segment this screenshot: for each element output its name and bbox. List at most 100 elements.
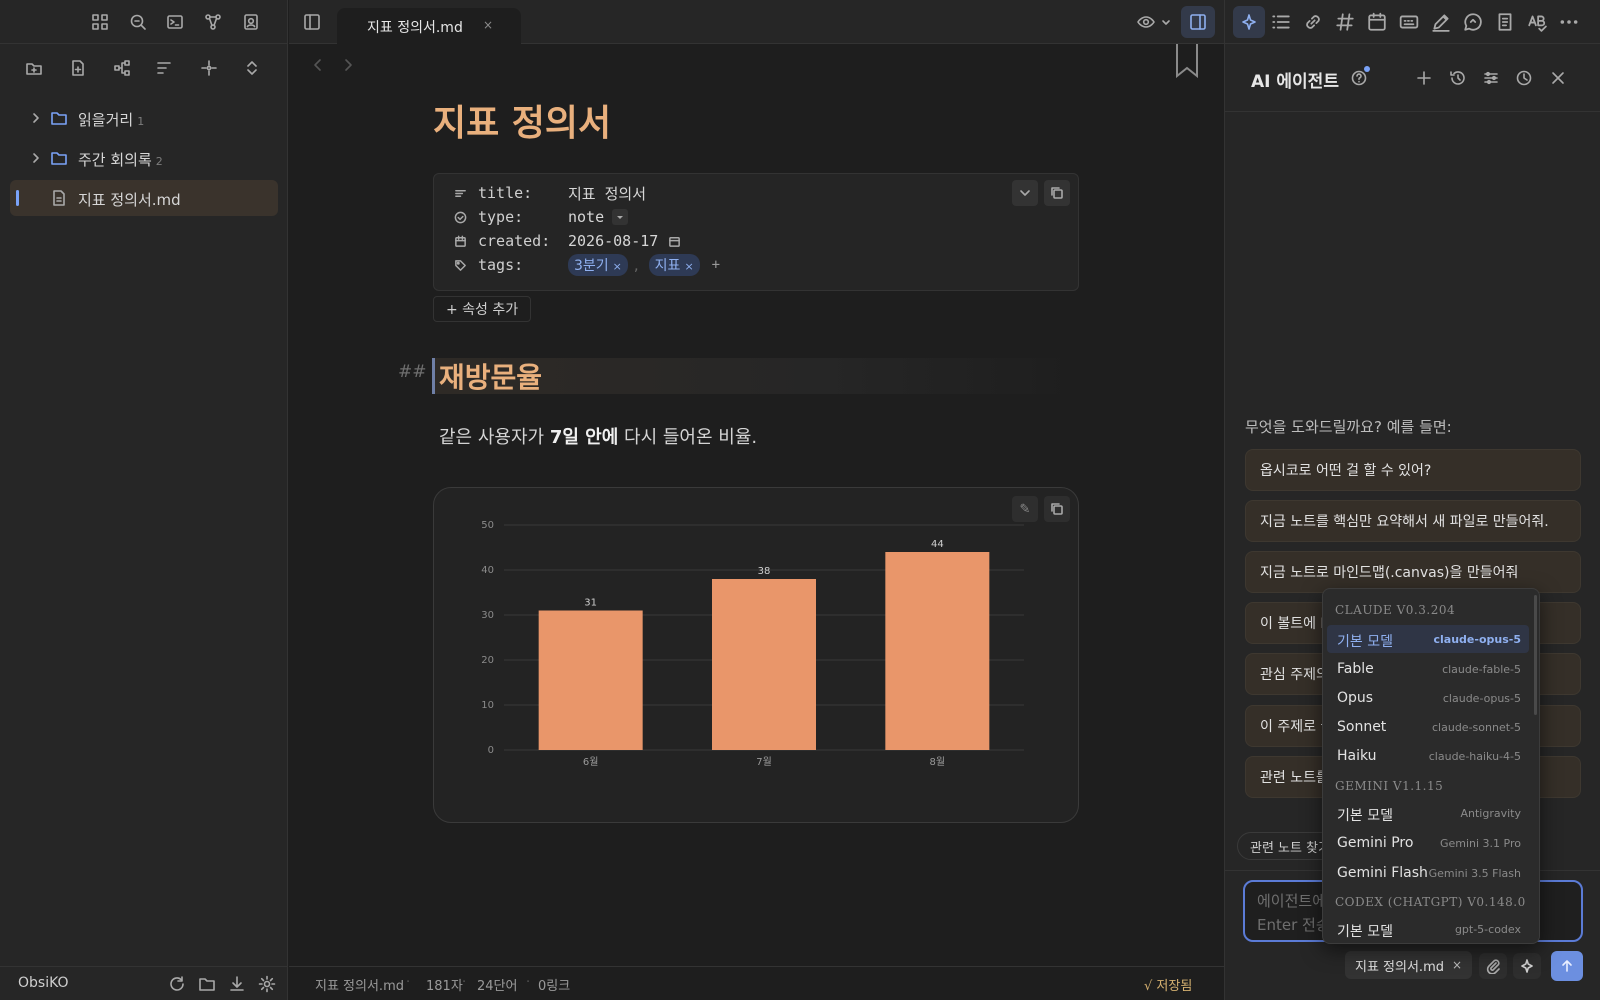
sidebar-right-toggle[interactable] xyxy=(1181,6,1215,38)
model-id: gpt-5-codex xyxy=(1454,923,1521,936)
chat-icon[interactable] xyxy=(1463,12,1483,32)
refresh-icon[interactable] xyxy=(168,975,186,993)
sliders-icon[interactable] xyxy=(1482,69,1500,87)
new-folder-icon[interactable] xyxy=(24,58,44,78)
hash-icon[interactable] xyxy=(1335,12,1355,32)
property-key: type: xyxy=(478,208,524,226)
tree-file-active[interactable]: 지표 정의서.md xyxy=(10,180,278,216)
model-option[interactable]: Gemini Flash Gemini 3.5 Flash xyxy=(1327,859,1529,887)
help-icon[interactable] xyxy=(1351,70,1367,86)
sparkle-icon xyxy=(1521,959,1533,973)
reading-view-button[interactable] xyxy=(1137,12,1173,32)
tag-pill[interactable]: 3분기 × xyxy=(568,254,628,276)
para-text: 다시 들어온 비율. xyxy=(618,427,758,448)
tag-add-icon[interactable]: + xyxy=(712,257,720,273)
ai-agent-tab[interactable] xyxy=(1233,6,1265,38)
bookmark-icon[interactable] xyxy=(1175,44,1199,78)
model-option[interactable]: 기본 모델 gpt-5-codex xyxy=(1327,915,1529,943)
new-note-icon[interactable] xyxy=(68,58,88,78)
circle-check-icon xyxy=(454,211,467,224)
property-value[interactable]: 지표 정의서 xyxy=(568,183,646,204)
property-key: tags: xyxy=(478,256,524,274)
context-file-chip[interactable]: 지표 정의서.md × xyxy=(1345,951,1473,979)
model-id: claude-fable-5 xyxy=(1442,663,1521,676)
keyboard-icon[interactable] xyxy=(1399,12,1419,32)
close-icon[interactable] xyxy=(1549,69,1567,87)
model-option[interactable]: Fable claude-fable-5 xyxy=(1327,655,1529,683)
chevron-right-icon xyxy=(33,153,39,163)
chart-edit-button[interactable]: ✎ xyxy=(1012,496,1038,522)
list-icon[interactable] xyxy=(1271,12,1291,32)
suggestion-item[interactable]: 지금 노트를 핵심만 요약해서 새 파일로 만들어줘. xyxy=(1245,500,1581,542)
locate-icon[interactable] xyxy=(199,58,219,78)
tag-pill[interactable]: 지표 × xyxy=(648,254,700,276)
context-remove-icon[interactable]: × xyxy=(1452,958,1462,972)
add-property-button[interactable]: + 속성 추가 xyxy=(433,296,532,322)
document-title[interactable]: 지표 정의서 xyxy=(433,94,611,146)
clock-icon[interactable] xyxy=(1515,69,1533,87)
plus-icon[interactable] xyxy=(1415,69,1433,87)
section-heading[interactable]: 재방문율 xyxy=(439,356,542,396)
dashboard-icon[interactable] xyxy=(90,12,110,32)
model-option[interactable]: 기본 모델 Antigravity xyxy=(1327,799,1529,827)
heading-marker: ## xyxy=(398,362,427,382)
forward-arrow-icon[interactable] xyxy=(339,56,357,74)
document-icon[interactable] xyxy=(1495,12,1515,32)
property-value-wrap[interactable]: note xyxy=(568,208,629,226)
model-option[interactable]: Sonnet claude-sonnet-5 xyxy=(1327,713,1529,741)
tag-remove-icon[interactable]: × xyxy=(613,260,622,273)
chart-copy-button[interactable] xyxy=(1044,496,1070,522)
data-label: 31 xyxy=(584,598,597,609)
suggestion-item[interactable]: 지금 노트로 마인드맵(.canvas)을 만들어줘 xyxy=(1245,551,1581,593)
tab-document[interactable]: 지표 정의서.md × xyxy=(337,8,521,44)
vault-name[interactable]: ObsiKO xyxy=(18,975,69,991)
suggestion-item[interactable]: 옵시코로 어떤 걸 할 수 있어? xyxy=(1245,449,1581,491)
scrollbar[interactable] xyxy=(1534,595,1537,715)
folder-icon[interactable] xyxy=(198,975,216,993)
contact-card-icon[interactable] xyxy=(241,12,261,32)
status-separator: · xyxy=(462,975,467,990)
property-value-wrap[interactable]: 2026-08-17 xyxy=(568,232,681,250)
attach-button[interactable] xyxy=(1479,953,1507,979)
properties-copy-button[interactable] xyxy=(1044,180,1070,206)
tree-folder-reading[interactable]: 읽을거리 1 xyxy=(10,100,278,136)
spellcheck-icon[interactable] xyxy=(1527,12,1547,32)
body-paragraph[interactable]: 같은 사용자가 7일 안에 다시 들어온 비율. xyxy=(439,423,757,449)
model-option[interactable]: 기본 모델 claude-opus-5 xyxy=(1327,625,1529,653)
model-option[interactable]: Opus claude-opus-5 xyxy=(1327,684,1529,712)
history-icon[interactable] xyxy=(1449,69,1467,87)
dropdown-caret-icon[interactable] xyxy=(612,209,629,225)
terminal-icon[interactable] xyxy=(165,12,185,32)
tag-remove-icon[interactable]: × xyxy=(684,260,693,273)
tag-label: 3분기 xyxy=(574,258,609,274)
bar xyxy=(885,552,990,750)
calendar-icon[interactable] xyxy=(1367,12,1387,32)
chart-block[interactable]: 0 10 20 30 40 50 31 6월 38 7월 44 8월 ✎ xyxy=(433,487,1079,823)
x-tick-label: 8월 xyxy=(930,756,946,768)
search-zoom-icon[interactable] xyxy=(128,12,148,32)
pen-icon[interactable] xyxy=(1431,12,1451,32)
model-select-button[interactable] xyxy=(1513,953,1541,979)
status-file: 지표 정의서.md xyxy=(315,979,404,994)
copy-icon xyxy=(1051,503,1063,515)
sort-icon[interactable] xyxy=(154,58,174,78)
date-picker-icon[interactable] xyxy=(668,235,681,248)
settings-icon[interactable] xyxy=(258,975,276,993)
tab-close-button[interactable]: × xyxy=(483,18,493,32)
workflow-icon[interactable] xyxy=(112,58,132,78)
properties-collapse-button[interactable] xyxy=(1012,180,1038,206)
model-option[interactable]: Haiku claude-haiku-4-5 xyxy=(1327,742,1529,770)
model-option[interactable]: Gemini Pro Gemini 3.1 Pro xyxy=(1327,829,1529,857)
link-icon[interactable] xyxy=(1303,12,1323,32)
more-icon[interactable] xyxy=(1559,12,1579,32)
tree-folder-meetings[interactable]: 주간 회의록 2 xyxy=(10,140,278,176)
graph-icon[interactable] xyxy=(203,12,223,32)
property-key: created: xyxy=(478,232,551,250)
expand-collapse-icon[interactable] xyxy=(242,58,262,78)
download-icon[interactable] xyxy=(228,975,246,993)
y-tick-label: 40 xyxy=(481,565,494,576)
sidebar-left-toggle-icon[interactable] xyxy=(303,13,321,31)
back-arrow-icon[interactable] xyxy=(309,56,327,74)
send-button[interactable] xyxy=(1551,951,1583,981)
agent-panel-title: AI 에이전트 xyxy=(1251,72,1339,92)
